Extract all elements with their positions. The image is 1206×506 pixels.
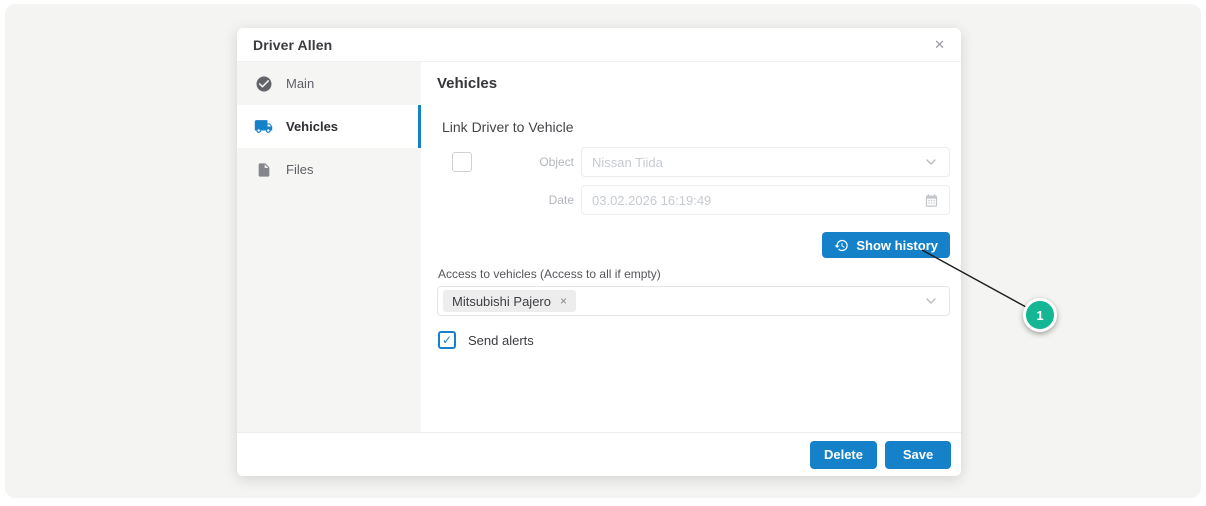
sidebar-item-files[interactable]: Files bbox=[237, 148, 421, 191]
access-to-vehicles-select[interactable]: Mitsubishi Pajero × bbox=[437, 286, 950, 316]
date-label: Date bbox=[548, 193, 574, 207]
dialog-footer: Delete Save bbox=[237, 432, 961, 476]
link-checkbox[interactable] bbox=[452, 152, 472, 172]
chevron-down-icon bbox=[923, 293, 939, 309]
file-icon bbox=[254, 160, 273, 179]
chevron-down-icon bbox=[923, 154, 939, 170]
access-to-vehicles-label: Access to vehicles (Access to all if emp… bbox=[438, 267, 661, 281]
calendar-icon bbox=[924, 193, 939, 208]
close-icon[interactable]: ✕ bbox=[934, 38, 945, 51]
vehicles-tab-panel: Vehicles Link Driver to Vehicle Object N… bbox=[421, 62, 961, 432]
date-input[interactable]: 03.02.2026 16:19:49 bbox=[581, 185, 950, 215]
object-select[interactable]: Nissan Tiida bbox=[581, 147, 950, 177]
callout-number: 1 bbox=[1036, 307, 1044, 323]
link-driver-section-title: Link Driver to Vehicle bbox=[442, 119, 574, 135]
check-circle-icon bbox=[254, 74, 273, 93]
sidebar-item-label: Files bbox=[286, 162, 314, 177]
history-icon bbox=[834, 238, 849, 253]
dialog-sidebar: Main Vehicles Files bbox=[237, 62, 421, 432]
delete-button[interactable]: Delete bbox=[809, 440, 877, 469]
page-title: Vehicles bbox=[437, 75, 498, 92]
dialog-title: Driver Allen bbox=[253, 36, 333, 53]
send-alerts-label: Send alerts bbox=[468, 332, 534, 348]
vehicle-tag: Mitsubishi Pajero × bbox=[443, 290, 577, 312]
send-alerts-checkbox[interactable]: ✓ bbox=[438, 331, 456, 349]
object-select-value: Nissan Tiida bbox=[592, 154, 663, 170]
tag-remove-icon[interactable]: × bbox=[560, 295, 567, 307]
show-history-button[interactable]: Show history bbox=[822, 232, 950, 258]
sidebar-item-label: Main bbox=[286, 76, 315, 91]
save-button[interactable]: Save bbox=[885, 440, 951, 469]
show-history-label: Show history bbox=[856, 237, 938, 253]
object-row: Object Nissan Tiida bbox=[437, 147, 950, 177]
callout-badge-1: 1 bbox=[1023, 298, 1057, 332]
sidebar-item-label: Vehicles bbox=[286, 119, 339, 134]
sidebar-item-vehicles[interactable]: Vehicles bbox=[237, 105, 421, 148]
vehicle-tag-label: Mitsubishi Pajero bbox=[452, 293, 551, 309]
dialog-header: Driver Allen ✕ bbox=[237, 28, 961, 62]
send-alerts-row: ✓ Send alerts bbox=[437, 331, 950, 349]
sidebar-item-main[interactable]: Main bbox=[237, 62, 421, 105]
date-input-value: 03.02.2026 16:19:49 bbox=[592, 192, 712, 208]
driver-dialog: Driver Allen ✕ Main Vehicles Files Vehic… bbox=[237, 28, 961, 476]
truck-icon bbox=[254, 117, 273, 136]
date-row: Date 03.02.2026 16:19:49 bbox=[437, 185, 950, 215]
object-label: Object bbox=[539, 155, 574, 169]
